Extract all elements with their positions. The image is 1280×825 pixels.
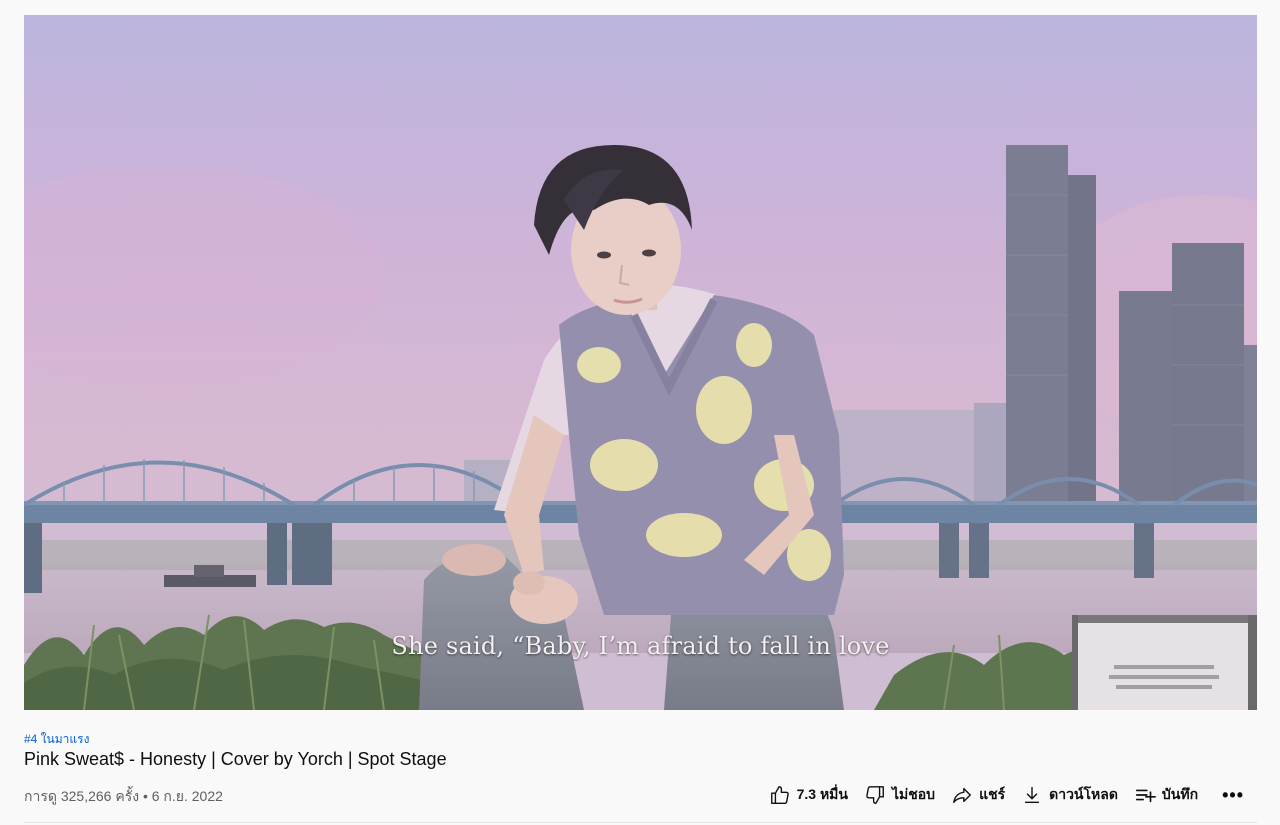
views-and-date[interactable]: การดู 325,266 ครั้ง • 6 ก.ย. 2022 bbox=[24, 786, 223, 808]
share-label: แชร์ bbox=[979, 786, 1006, 802]
like-count: 7.3 หมื่น bbox=[796, 786, 848, 802]
save-label: บันทึก bbox=[1161, 786, 1199, 802]
watch-page: She said, “Baby, I’m afraid to fall in l… bbox=[0, 0, 1280, 825]
video-caption: She said, “Baby, I’m afraid to fall in l… bbox=[391, 632, 890, 660]
dislike-label: ไม่ชอบ bbox=[891, 786, 936, 802]
video-player[interactable]: She said, “Baby, I’m afraid to fall in l… bbox=[24, 15, 1257, 710]
download-label: ดาวน์โหลด bbox=[1049, 786, 1118, 802]
like-button[interactable]: 7.3 หมื่น bbox=[761, 779, 856, 811]
video-actions-bar: 7.3 หมื่น ไม่ชอบ แชร์ ดาวน์โหลด บันทึก •… bbox=[761, 779, 1250, 811]
section-divider bbox=[24, 822, 1257, 823]
dislike-button[interactable]: ไม่ชอบ bbox=[856, 779, 943, 811]
video-frame bbox=[24, 15, 1257, 710]
trending-badge-link[interactable]: #4 ในมาแรง bbox=[24, 730, 89, 749]
share-arrow-icon bbox=[953, 787, 971, 804]
save-button[interactable]: บันทึก bbox=[1126, 779, 1206, 811]
thumbs-up-icon bbox=[770, 786, 789, 804]
more-horizontal-icon: ••• bbox=[1222, 784, 1244, 805]
video-title: Pink Sweat$ - Honesty | Cover by Yorch |… bbox=[24, 749, 447, 769]
download-icon bbox=[1025, 786, 1040, 804]
share-button[interactable]: แชร์ bbox=[943, 779, 1013, 811]
more-actions-button[interactable]: ••• bbox=[1206, 779, 1250, 811]
thumbs-down-icon bbox=[866, 786, 884, 804]
download-button[interactable]: ดาวน์โหลด bbox=[1013, 779, 1126, 811]
playlist-add-icon bbox=[1135, 789, 1156, 803]
